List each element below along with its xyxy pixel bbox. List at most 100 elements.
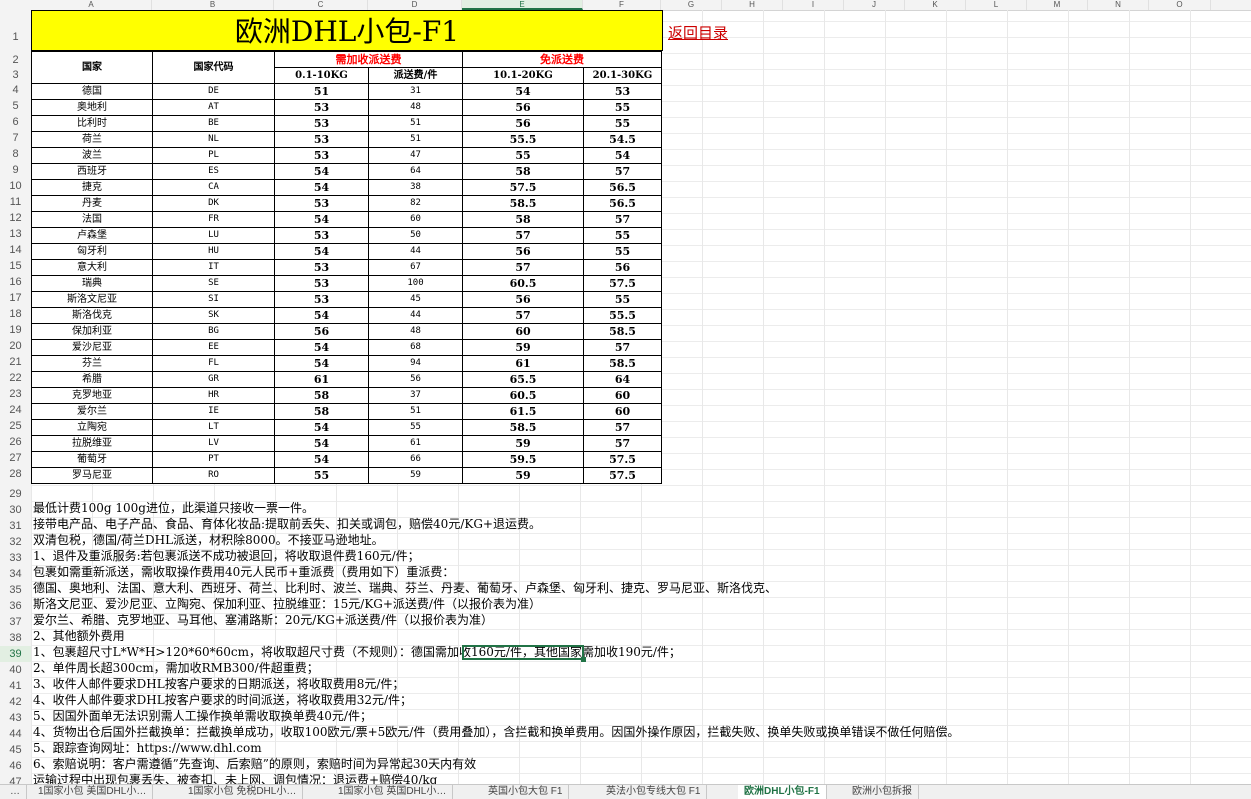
cell-w2[interactable]: 54 (462, 83, 584, 100)
row-header[interactable]: 2 (0, 52, 31, 68)
cell-fee[interactable]: 44 (368, 243, 463, 260)
cell-country[interactable]: 瑞典 (31, 275, 153, 292)
cell-country[interactable]: 比利时 (31, 115, 153, 132)
cell-w3[interactable]: 54 (583, 147, 662, 164)
cell-fee[interactable]: 37 (368, 387, 463, 404)
column-header-k[interactable]: K (905, 0, 966, 10)
cell-w2[interactable]: 56 (462, 99, 584, 116)
cell-w1[interactable]: 54 (274, 211, 369, 228)
cell-code[interactable]: EE (152, 339, 275, 356)
row-header[interactable]: 28 (0, 466, 31, 482)
cell-code[interactable]: LV (152, 435, 275, 452)
row-header[interactable]: 13 (0, 226, 31, 242)
sheet-tab[interactable]: 1国家小包 英国DHL小… (332, 785, 454, 799)
note-line[interactable]: 3、收件人邮件要求DHL按客户要求的日期派送，将收取费用8元/件； (33, 676, 404, 692)
cell-w2[interactable]: 60.5 (462, 387, 584, 404)
cell-w3[interactable]: 60 (583, 403, 662, 420)
cell-code[interactable]: BE (152, 115, 275, 132)
cell-w2[interactable]: 60.5 (462, 275, 584, 292)
cell-w2[interactable]: 59 (462, 467, 584, 484)
row-header[interactable]: 40 (0, 662, 31, 678)
cell-fee[interactable]: 44 (368, 307, 463, 324)
cell-code[interactable]: SK (152, 307, 275, 324)
cell-fee[interactable]: 56 (368, 371, 463, 388)
cell-code[interactable]: PT (152, 451, 275, 468)
row-header[interactable]: 18 (0, 306, 31, 322)
cell-code[interactable]: FR (152, 211, 275, 228)
row-header[interactable]: 22 (0, 370, 31, 386)
cell-w2[interactable]: 58.5 (462, 419, 584, 436)
cell-fee[interactable]: 68 (368, 339, 463, 356)
cell-w1[interactable]: 54 (274, 163, 369, 180)
cell-w1[interactable]: 54 (274, 179, 369, 196)
row-header[interactable]: 36 (0, 598, 31, 614)
cell-w1[interactable]: 53 (274, 131, 369, 148)
cell-country[interactable]: 芬兰 (31, 355, 153, 372)
cell-fee[interactable]: 31 (368, 83, 463, 100)
cell-fee[interactable]: 38 (368, 179, 463, 196)
cell-w3[interactable]: 56 (583, 259, 662, 276)
cell-code[interactable]: IT (152, 259, 275, 276)
sheet-tab[interactable]: 1国家小包 美国DHL小… (32, 785, 154, 799)
cell-country[interactable]: 斯洛伐克 (31, 307, 153, 324)
column-header-o[interactable]: O (1149, 0, 1211, 10)
cell-w3[interactable]: 55 (583, 115, 662, 132)
cell-fee[interactable]: 47 (368, 147, 463, 164)
cell-code[interactable]: LU (152, 227, 275, 244)
column-header-l[interactable]: L (966, 0, 1027, 10)
sheet-tab[interactable]: 1国家小包 免税DHL小… (182, 785, 304, 799)
cell-fee[interactable]: 67 (368, 259, 463, 276)
cell-w1[interactable]: 54 (274, 307, 369, 324)
row-header[interactable]: 27 (0, 450, 31, 466)
cell-w3[interactable]: 55 (583, 243, 662, 260)
row-header[interactable]: 3 (0, 67, 31, 83)
cell-w1[interactable]: 53 (274, 259, 369, 276)
back-to-index-link[interactable]: 返回目录 (668, 22, 728, 43)
cell-country[interactable]: 德国 (31, 83, 153, 100)
cell-code[interactable]: BG (152, 323, 275, 340)
cell-w2[interactable]: 59 (462, 435, 584, 452)
cell-country[interactable]: 捷克 (31, 179, 153, 196)
note-line[interactable]: 4、收件人邮件要求DHL按客户要求的时间派送，将收取费用32元/件； (33, 692, 412, 708)
cell-code[interactable]: FL (152, 355, 275, 372)
cell-code[interactable]: RO (152, 467, 275, 484)
row-header[interactable]: 12 (0, 210, 31, 226)
cell-fee[interactable]: 45 (368, 291, 463, 308)
row-header[interactable]: 14 (0, 242, 31, 258)
note-line[interactable]: 4、货物出仓后国外拦截换单：拦截换单成功，收取100欧元/票+5欧元/件（费用叠… (33, 724, 959, 740)
cell-w1[interactable]: 55 (274, 467, 369, 484)
cell-fee[interactable]: 51 (368, 131, 463, 148)
cell-w1[interactable]: 54 (274, 339, 369, 356)
cell-country[interactable]: 意大利 (31, 259, 153, 276)
cell-country[interactable]: 克罗地亚 (31, 387, 153, 404)
row-header[interactable]: 19 (0, 322, 31, 338)
note-line[interactable]: 双清包税，德国/荷兰DHL派送，材积除8000。不接亚马逊地址。 (33, 532, 384, 548)
row-header[interactable]: 39 (0, 646, 31, 662)
row-header[interactable]: 43 (0, 710, 31, 726)
column-header-f[interactable]: F (583, 0, 661, 10)
cell-fee[interactable]: 61 (368, 435, 463, 452)
row-header[interactable]: 33 (0, 550, 31, 566)
cell-code[interactable]: SE (152, 275, 275, 292)
cell-w3[interactable]: 57.5 (583, 275, 662, 292)
cell-country[interactable]: 保加利亚 (31, 323, 153, 340)
row-header[interactable]: 30 (0, 502, 31, 518)
row-header[interactable]: 34 (0, 566, 31, 582)
note-line[interactable]: 6、索赔说明：客户需遵循”先查询、后索赔”的原则，索赔时间为异常起30天内有效 (33, 756, 476, 772)
cell-country[interactable]: 波兰 (31, 147, 153, 164)
cell-w1[interactable]: 54 (274, 355, 369, 372)
note-line[interactable]: 接带电产品、电子产品、食品、育体化妆品:提取前丢失、扣关或调包，赔偿40元/KG… (33, 516, 541, 532)
cell-country[interactable]: 奥地利 (31, 99, 153, 116)
note-line[interactable]: 2、其他额外费用 (33, 628, 125, 644)
row-header[interactable]: 1 (0, 22, 31, 52)
cell-code[interactable]: DK (152, 195, 275, 212)
cell-w2[interactable]: 55 (462, 147, 584, 164)
row-header[interactable]: 7 (0, 130, 31, 146)
row-header[interactable]: 44 (0, 726, 31, 742)
cell-country[interactable]: 希腊 (31, 371, 153, 388)
cell-w1[interactable]: 58 (274, 403, 369, 420)
cell-country[interactable]: 卢森堡 (31, 227, 153, 244)
column-header-e[interactable]: E (462, 0, 583, 10)
note-line[interactable]: 爱尔兰、希腊、克罗地亚、马耳他、塞浦路斯：20元/KG+派送费/件（以报价表为准… (33, 612, 493, 628)
cell-fee[interactable]: 55 (368, 419, 463, 436)
